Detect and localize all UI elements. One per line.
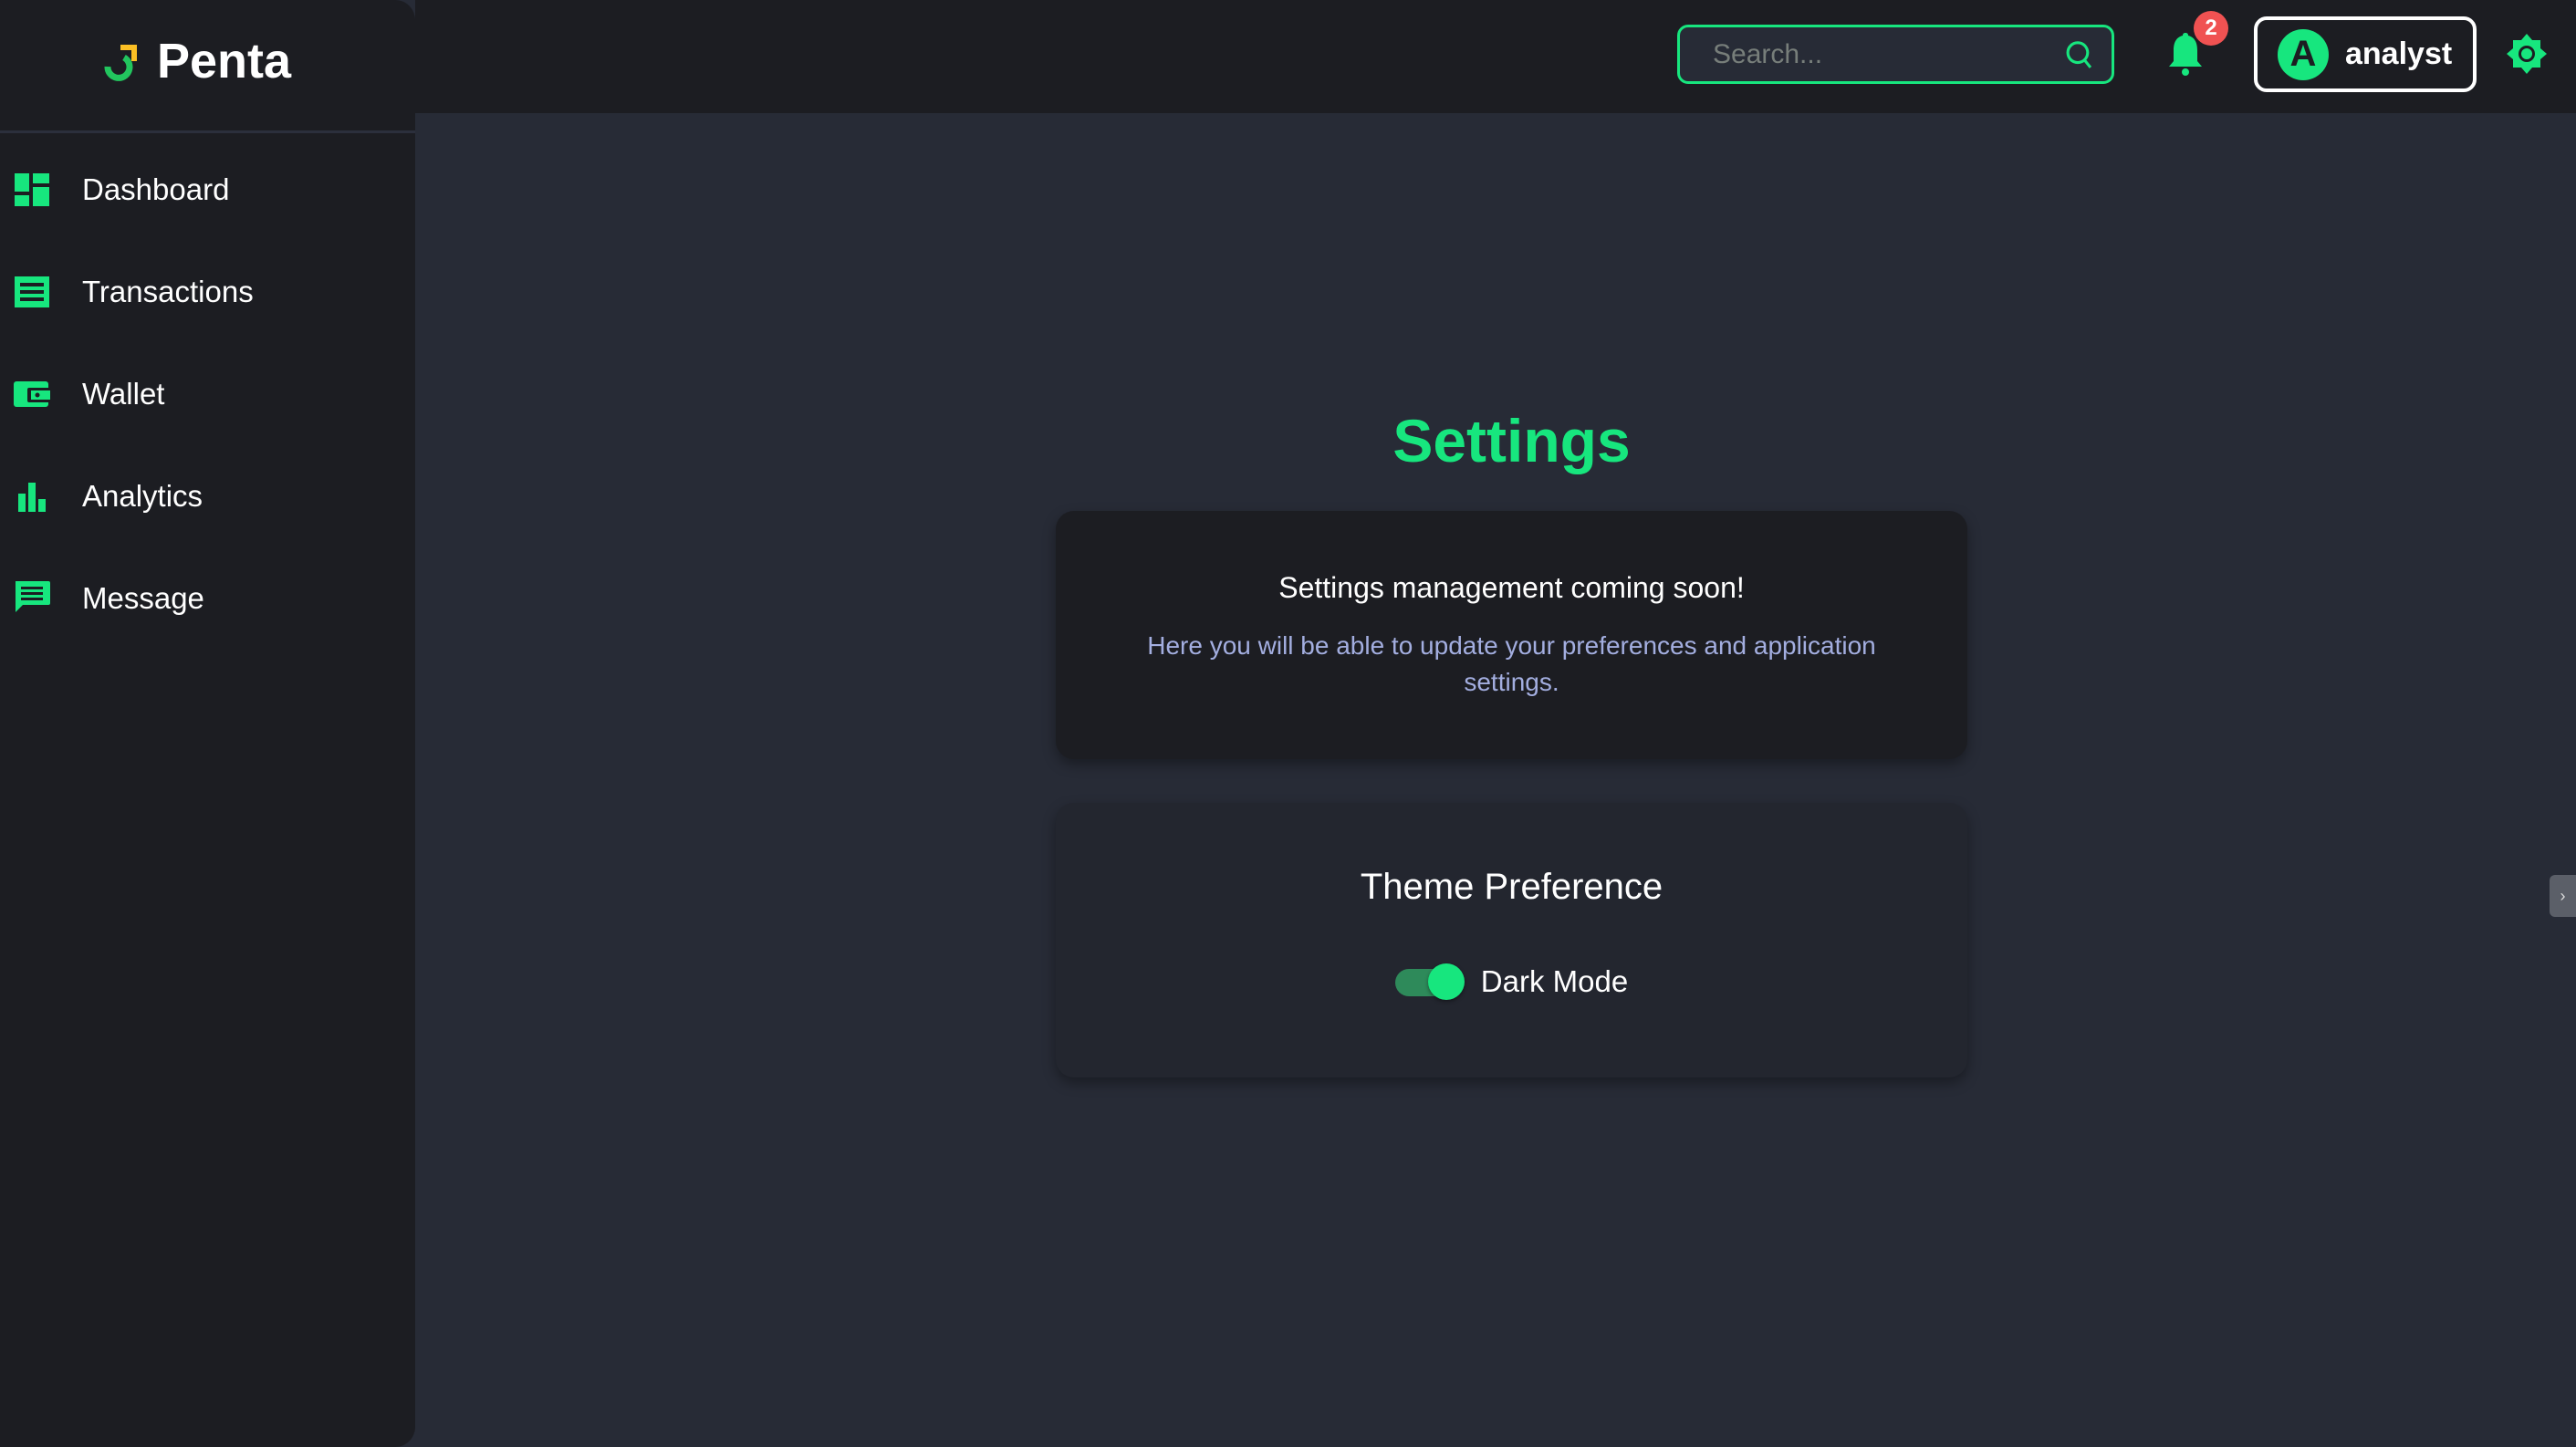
sidebar-item-dashboard[interactable]: Dashboard (0, 149, 415, 231)
chevron-right-icon: › (2560, 886, 2566, 905)
dashboard-icon (14, 172, 50, 208)
page-title: Settings (1392, 407, 1631, 474)
theme-settings-icon[interactable] (2506, 33, 2548, 75)
sidebar-divider (0, 130, 415, 133)
avatar: A (2278, 28, 2329, 80)
side-panel-tab[interactable]: › (2550, 875, 2576, 917)
wallet-icon (14, 376, 50, 412)
sidebar: Penta Dashboard Transactions Wallet Anal… (0, 0, 415, 1447)
toggle-knob (1427, 963, 1465, 1000)
message-icon (14, 580, 50, 617)
dark-mode-label: Dark Mode (1480, 964, 1629, 998)
info-card-text: Here you will be able to update your pre… (1147, 631, 1876, 696)
logo[interactable]: Penta (102, 33, 291, 89)
sidebar-item-label: Analytics (82, 479, 203, 513)
bar-chart-icon (14, 478, 50, 515)
search-input[interactable] (1713, 38, 2065, 70)
search-box[interactable] (1677, 25, 2114, 84)
sidebar-item-label: Wallet (82, 377, 165, 411)
sidebar-item-label: Message (82, 581, 204, 615)
info-card: Settings management coming soon! Here yo… (1056, 511, 1967, 759)
theme-card-heading: Theme Preference (1360, 867, 1663, 907)
top-header (415, 0, 2576, 113)
dark-mode-row: Dark Mode (1056, 963, 1967, 1000)
info-card-heading: Settings management coming soon! (1278, 571, 1745, 604)
sidebar-item-analytics[interactable]: Analytics (0, 455, 415, 537)
search-icon[interactable] (2065, 36, 2093, 74)
sidebar-item-message[interactable]: Message (0, 557, 415, 640)
receipt-icon (14, 274, 50, 310)
sidebar-item-label: Dashboard (82, 172, 230, 206)
notification-badge: 2 (2194, 11, 2228, 46)
user-name: analyst (2345, 36, 2453, 71)
brand-name: Penta (157, 34, 292, 88)
dark-mode-toggle[interactable] (1394, 963, 1465, 1000)
theme-card: Theme Preference Dark Mode (1056, 803, 1967, 1077)
sidebar-item-label: Transactions (82, 275, 254, 308)
sidebar-item-wallet[interactable]: Wallet (0, 353, 415, 435)
user-menu-button[interactable]: A analyst (2254, 16, 2477, 92)
penta-logo-icon (104, 45, 137, 81)
sidebar-item-transactions[interactable]: Transactions (0, 251, 415, 333)
